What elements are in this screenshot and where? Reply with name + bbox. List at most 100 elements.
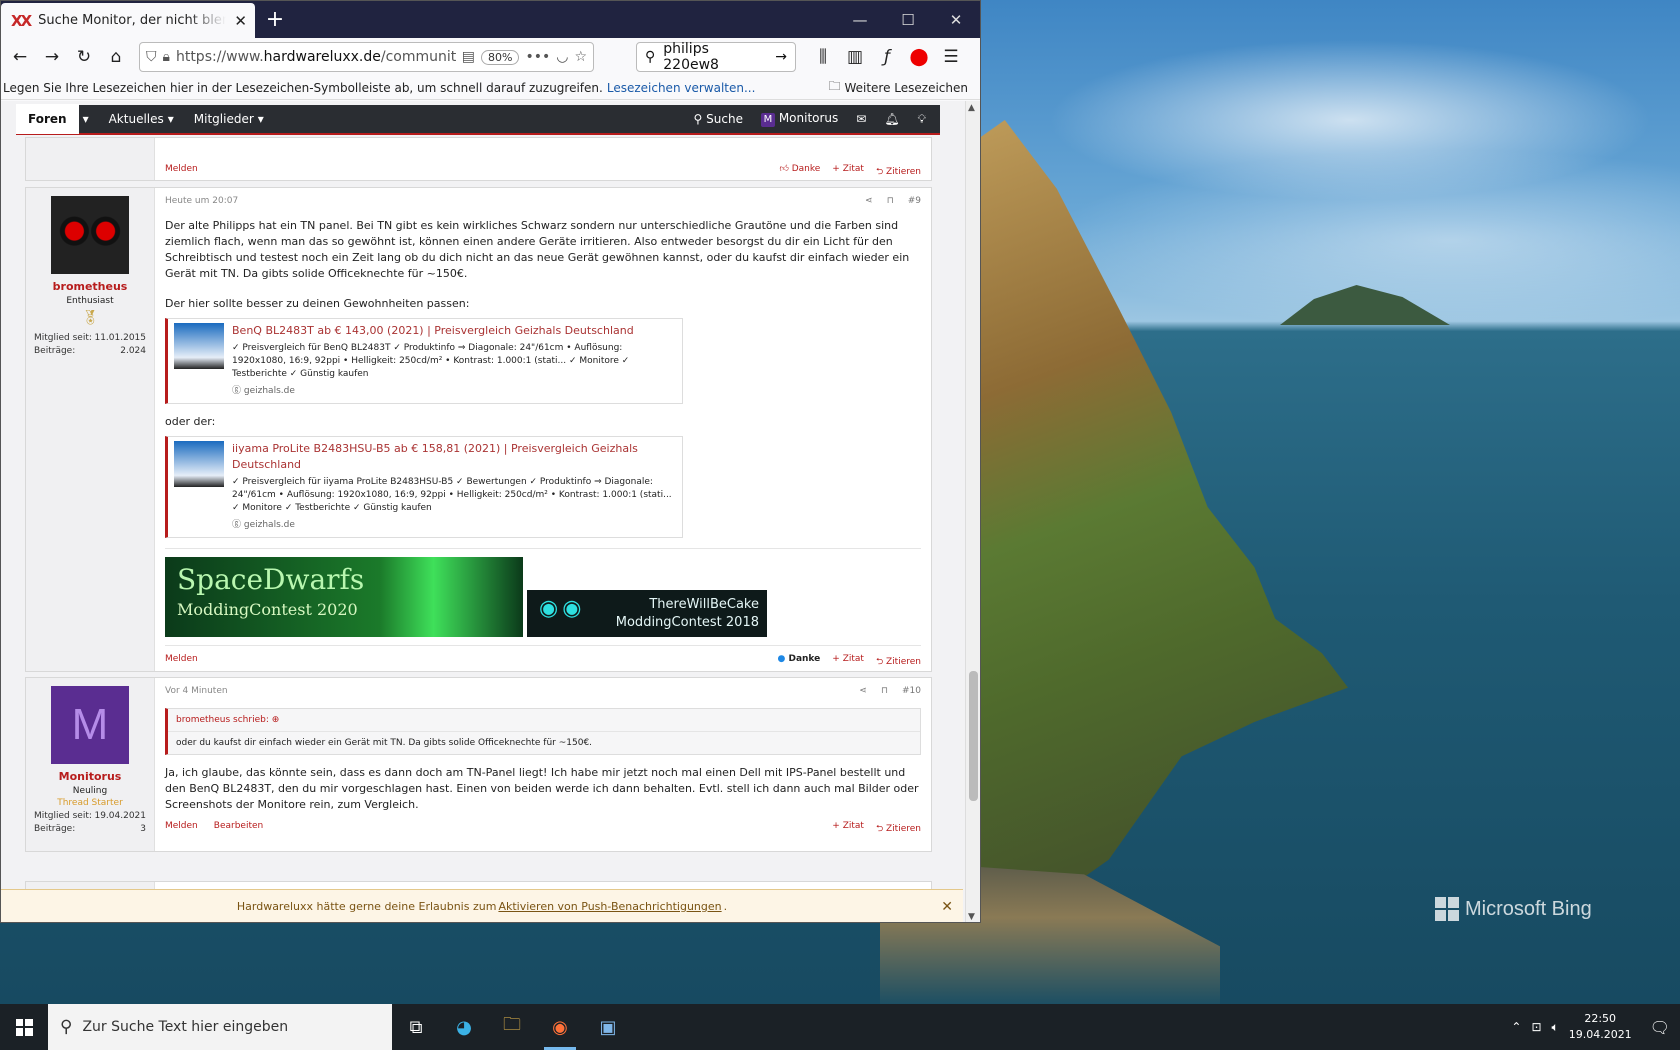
adblock-addon-icon[interactable]: ⬤ [904,42,934,72]
scrollbar-thumb[interactable] [969,671,978,801]
post-time[interactable]: Vor 4 Minuten [165,686,228,696]
edge-icon[interactable]: ◕ [440,1004,488,1050]
author-name[interactable]: brometheus [53,280,128,293]
function-addon-icon[interactable]: ƒ [872,42,902,72]
quote-button[interactable]: + Zitat [832,821,864,837]
avatar[interactable] [51,196,129,274]
user-avatar: M [760,112,775,127]
clock[interactable]: 22:50 19.04.2021 [1569,1011,1632,1043]
forward-icon[interactable]: → [37,42,67,72]
share-icon[interactable]: ⋖ [859,686,867,696]
nav-forums[interactable]: Foren [16,104,79,134]
search-bar[interactable]: ⚲ philips 220ew8 → [636,41,796,73]
more-actions-icon[interactable]: ••• [525,49,550,65]
browser-window: XX Suche Monitor, der nicht blendet ✕ + … [0,0,981,923]
link-preview-iiyama[interactable]: iiyama ProLite B2483HSU-B5 ab € 158,81 (… [165,436,683,538]
thanks-button[interactable]: 👍︎ Danke [779,164,820,180]
inbox-icon[interactable]: ✉ [856,112,866,126]
report-link[interactable]: Melden [165,164,198,180]
nav-news[interactable]: Aktuelles ▾ [99,112,184,126]
home-icon[interactable]: ⌂ [101,42,131,72]
menu-icon[interactable]: ☰ [936,42,966,72]
task-view-icon[interactable]: ⧉ [392,1004,440,1050]
search-go-icon[interactable]: → [775,49,787,65]
quote-button[interactable]: + Zitat [832,654,864,670]
post-number[interactable]: #9 [908,196,921,206]
reply-button[interactable]: ⮌ Zitieren [876,164,921,180]
start-button[interactable] [0,1004,48,1050]
signature-banner-spacedwarfs[interactable]: SpaceDwarfs ModdingContest 2020 [165,557,523,637]
author-name[interactable]: Monitorus [59,770,122,783]
lightbulb-icon[interactable]: 💡︎ [918,112,926,127]
signature-banner-cake[interactable]: ◉◉ ThereWillBeCake ModdingContest 2018 [527,590,767,637]
taskbar-search[interactable]: ⚲ Zur Suche Text hier eingeben [48,1004,392,1050]
link-title[interactable]: BenQ BL2483T ab € 143,00 (2021) | Preisv… [232,323,676,339]
notifications-icon[interactable]: 🗨︎ [1650,1018,1670,1037]
navigation-toolbar: ← → ↻ ⌂ ⛉ 🔒︎ https://www.hardwareluxx.de… [1,38,980,76]
network-icon[interactable]: ⊡ [1531,1020,1541,1034]
page-scrollbar[interactable]: ▲ ▼ [965,101,980,922]
nav-forums-dropdown-icon[interactable]: ▾ [79,112,99,126]
nav-search[interactable]: ⚲ Suche [694,112,743,126]
tab-close-icon[interactable]: ✕ [234,12,247,30]
reader-view-icon[interactable]: ▤ [462,49,475,65]
volume-icon[interactable]: 🔈︎ [1552,1020,1559,1035]
new-tab-button[interactable]: + [255,1,295,38]
zoom-level[interactable]: 80% [480,49,520,65]
shield-icon[interactable]: ⛉ [146,49,157,65]
joined-stat: Mitglied seit: 11.01.2015 [34,333,146,343]
post-text: Ja, ich glaube, das könnte sein, dass es… [165,766,919,811]
report-link[interactable]: Melden [165,654,198,670]
sidebar-icon[interactable]: ▥ [840,42,870,72]
reload-icon[interactable]: ↻ [69,42,99,72]
bing-watermark: Microsoft Bing [1435,897,1592,921]
post-time[interactable]: Heute um 20:07 [165,196,238,206]
share-icon[interactable]: ⋖ [865,196,873,206]
nav-user[interactable]: M Monitorus [760,111,838,127]
bookmark-icon[interactable]: ⊓ [881,686,888,696]
quote-author[interactable]: brometheus schrieb: ⊕ [168,709,920,732]
app-window-icon[interactable]: ▣ [584,1004,632,1050]
nav-members[interactable]: Mitglieder ▾ [184,112,274,126]
quote-button[interactable]: + Zitat [832,164,864,180]
search-icon: ⚲ [645,49,656,65]
maximize-icon[interactable]: ☐ [884,1,932,38]
bookmark-icon[interactable]: ⊓ [887,196,894,206]
manage-bookmarks-link[interactable]: Lesezeichen verwalten... [607,81,756,95]
report-link[interactable]: Melden [165,821,198,837]
link-site: ⓖ geizhals.de [232,520,295,530]
firefox-icon[interactable]: ◉ [536,1004,584,1050]
browser-tab[interactable]: XX Suche Monitor, der nicht blendet ✕ [1,3,255,38]
search-input[interactable]: philips 220ew8 [663,41,767,73]
file-explorer-icon[interactable]: 🗀 [488,1004,536,1050]
edit-link[interactable]: Bearbeiten [214,821,263,837]
tab-bar: XX Suche Monitor, der nicht blendet ✕ + … [1,1,980,38]
link-preview-benq[interactable]: BenQ BL2483T ab € 143,00 (2021) | Preisv… [165,318,683,404]
reply-button[interactable]: ⮌ Zitieren [876,821,921,837]
chevron-down-icon: ▾ [167,112,174,126]
back-icon[interactable]: ← [5,42,35,72]
close-window-icon[interactable]: ✕ [932,1,980,38]
avatar[interactable]: M [51,686,129,764]
other-bookmarks[interactable]: 🗀 Weitere Lesezeichen [828,77,978,98]
scroll-up-icon[interactable]: ▲ [968,103,975,113]
alerts-icon[interactable]: 🔔︎ [884,112,899,126]
url-text[interactable]: https://www.hardwareluxx.de/community/th… [176,49,456,65]
thanks-button[interactable]: ● Danke [777,654,820,670]
url-bar[interactable]: ⛉ 🔒︎ https://www.hardwareluxx.de/communi… [139,42,594,72]
reply-button[interactable]: ⮌ Zitieren [876,654,921,670]
show-hidden-icons-icon[interactable]: ⌃ [1511,1020,1521,1034]
enable-push-link[interactable]: Aktivieren von Push-Benachrichtigungen [498,900,721,913]
lock-icon[interactable]: 🔒︎ [163,49,170,65]
close-icon[interactable]: ✕ [941,899,953,915]
library-icon[interactable]: ⫼ [808,42,838,72]
link-title[interactable]: iiyama ProLite B2483HSU-B5 ab € 158,81 (… [232,441,676,473]
pocket-icon[interactable]: ◡ [556,49,568,65]
post-number[interactable]: #10 [902,686,921,696]
minimize-icon[interactable]: — [836,1,884,38]
link-site: ⓖ geizhals.de [232,386,295,396]
scroll-down-icon[interactable]: ▼ [968,912,975,922]
bookmark-star-icon[interactable]: ☆ [574,49,587,65]
search-placeholder[interactable]: Zur Suche Text hier eingeben [82,1019,288,1035]
quote-block: brometheus schrieb: ⊕ oder du kaufst dir… [165,708,921,755]
